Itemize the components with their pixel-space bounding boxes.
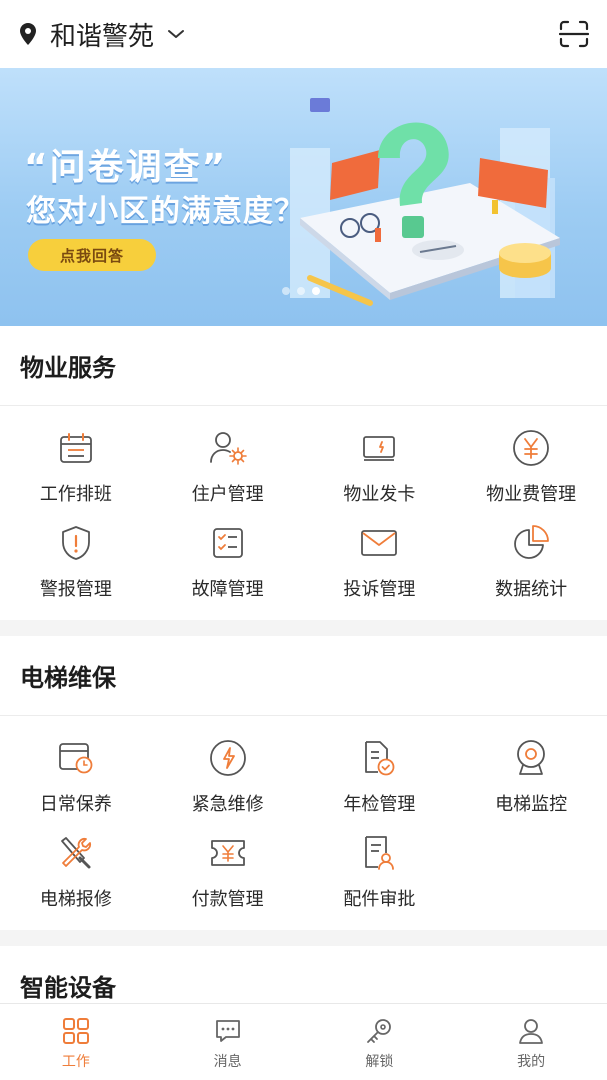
- grid-item-label: 配件审批: [343, 889, 416, 910]
- checklist-icon: [208, 523, 248, 563]
- mail-icon: [359, 523, 399, 563]
- tab-label: 我的: [517, 1054, 546, 1070]
- top-bar: 和谐警苑: [0, 0, 607, 68]
- grid-item-payment-management[interactable]: 付款管理: [152, 833, 304, 928]
- pie-chart-icon: [511, 523, 551, 563]
- grid-item-label: 年检管理: [343, 794, 416, 815]
- tab-label: 消息: [213, 1054, 242, 1070]
- map-pin-icon: [18, 22, 38, 46]
- survey-banner[interactable]: “问卷调查” 您对小区的满意度？ 点我回答: [0, 68, 607, 326]
- grid-item-label: 住户管理: [191, 484, 264, 505]
- location-selector[interactable]: 和谐警苑: [18, 16, 186, 53]
- user-settings-icon: [208, 428, 248, 468]
- grid-item-label: 日常保养: [39, 794, 112, 815]
- grid-item-label: 投诉管理: [343, 579, 416, 600]
- scan-icon[interactable]: [559, 20, 589, 48]
- calendar-icon: [56, 428, 96, 468]
- tab-work[interactable]: 工作: [0, 1004, 152, 1080]
- grid-item-property-fee[interactable]: 物业费管理: [455, 428, 607, 523]
- tab-label: 工作: [61, 1054, 90, 1070]
- webcam-icon: [511, 738, 551, 778]
- document-check-icon: [359, 738, 399, 778]
- bottom-tab-bar: 工作 消息 解锁 我的: [0, 1003, 607, 1080]
- banner-title: “问卷调查”: [24, 147, 228, 188]
- person-icon: [517, 1017, 545, 1045]
- tab-messages[interactable]: 消息: [152, 1004, 304, 1080]
- grid-item-label: 警报管理: [39, 579, 112, 600]
- message-icon: [214, 1017, 242, 1045]
- grid-item-elevator-monitoring[interactable]: 电梯监控: [455, 738, 607, 833]
- tools-icon: [56, 833, 96, 873]
- tab-label: 解锁: [365, 1054, 394, 1070]
- key-icon: [365, 1017, 393, 1045]
- grid-item-parts-approval[interactable]: 配件审批: [304, 833, 456, 928]
- grid-item-daily-maintenance[interactable]: 日常保养: [0, 738, 152, 833]
- grid-icon: [62, 1017, 90, 1045]
- card-icon: [359, 428, 399, 468]
- grid-item-elevator-repair-request[interactable]: 电梯报修: [0, 833, 152, 928]
- tab-profile[interactable]: 我的: [455, 1004, 607, 1080]
- property-service-section: 物业服务 工作排班 住户管理 物业发卡 物业费管理 警报管理 故障管理 投诉管理…: [0, 326, 607, 620]
- lightning-icon: [208, 738, 248, 778]
- section-title: 物业服务: [0, 326, 607, 406]
- grid-item-label: 数据统计: [495, 579, 568, 600]
- grid-item-label: 故障管理: [191, 579, 264, 600]
- yuan-icon: [511, 428, 551, 468]
- grid-item-data-statistics[interactable]: 数据统计: [455, 523, 607, 618]
- grid-item-fault-management[interactable]: 故障管理: [152, 523, 304, 618]
- grid-item-emergency-repair[interactable]: 紧急维修: [152, 738, 304, 833]
- grid-item-work-schedule[interactable]: 工作排班: [0, 428, 152, 523]
- smart-device-section: 智能设备: [0, 946, 607, 1003]
- banner-illustration: [290, 98, 560, 306]
- ticket-yuan-icon: [208, 833, 248, 873]
- carousel-indicator: [282, 287, 320, 295]
- grid-item-label: 付款管理: [191, 889, 264, 910]
- carousel-dot: [297, 287, 305, 295]
- grid-item-label: 紧急维修: [191, 794, 264, 815]
- elevator-maintenance-section: 电梯维保 日常保养 紧急维修 年检管理 电梯监控 电梯报修 付款管理 配件审批: [0, 636, 607, 930]
- section-title: 电梯维保: [0, 636, 607, 716]
- grid-item-annual-inspection[interactable]: 年检管理: [304, 738, 456, 833]
- document-user-icon: [359, 833, 399, 873]
- carousel-dot-active: [312, 287, 320, 295]
- section-title: 智能设备: [20, 974, 116, 1002]
- grid-item-label: 物业费管理: [486, 484, 577, 505]
- grid-item-label: 工作排班: [39, 484, 112, 505]
- grid-item-alarm-management[interactable]: 警报管理: [0, 523, 152, 618]
- calendar-clock-icon: [56, 738, 96, 778]
- grid-item-label: 电梯报修: [39, 889, 112, 910]
- grid-item-complaint-management[interactable]: 投诉管理: [304, 523, 456, 618]
- tab-unlock[interactable]: 解锁: [304, 1004, 456, 1080]
- grid-item-property-card[interactable]: 物业发卡: [304, 428, 456, 523]
- grid-item-label: 电梯监控: [495, 794, 568, 815]
- answer-button[interactable]: 点我回答: [28, 239, 156, 271]
- chevron-down-icon[interactable]: [166, 28, 186, 40]
- carousel-dot: [282, 287, 290, 295]
- shield-alert-icon: [56, 523, 96, 563]
- grid-item-label: 物业发卡: [343, 484, 416, 505]
- banner-subtitle: 您对小区的满意度？: [26, 194, 305, 229]
- grid-item-resident-management[interactable]: 住户管理: [152, 428, 304, 523]
- location-name[interactable]: 和谐警苑: [50, 16, 154, 53]
